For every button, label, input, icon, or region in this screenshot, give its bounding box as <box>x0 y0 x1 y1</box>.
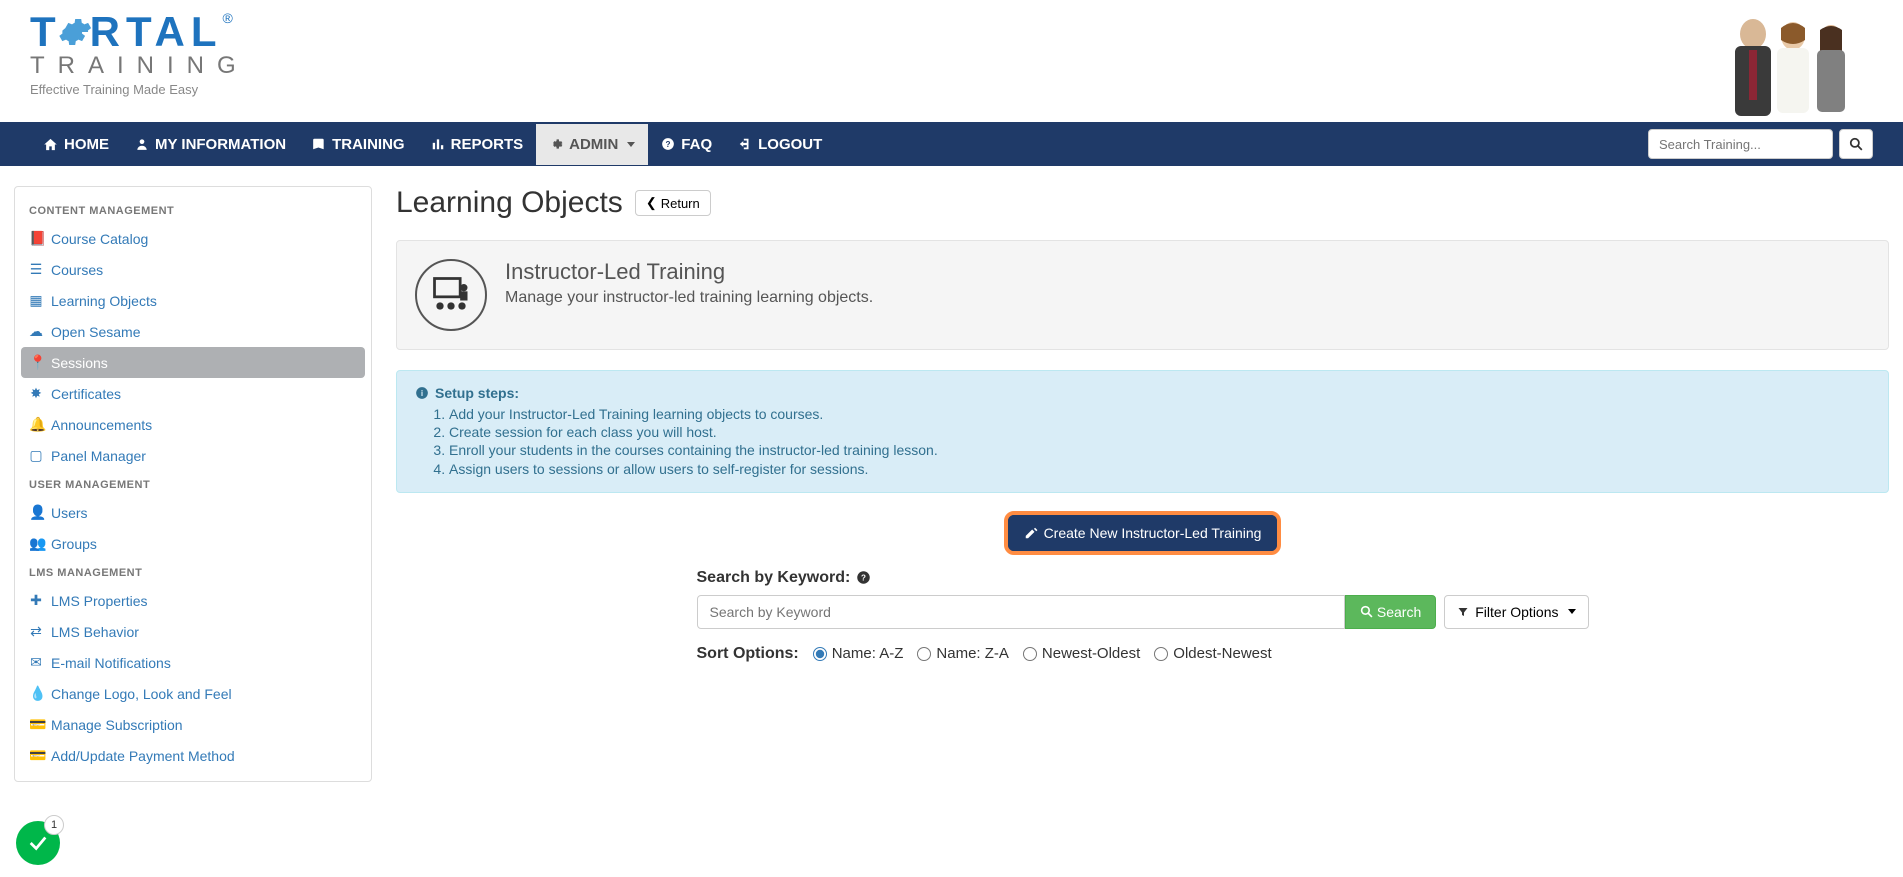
search-panel: Search by Keyword:? Search Filter Option… <box>683 569 1603 663</box>
nav-faq[interactable]: ?FAQ <box>648 124 725 165</box>
gear-icon <box>56 14 92 50</box>
nav-logout[interactable]: LOGOUT <box>725 124 835 165</box>
header-people-image <box>1703 8 1883 123</box>
sort-label: Sort Options: <box>697 645 799 663</box>
nav-my-information[interactable]: MY INFORMATION <box>122 124 299 165</box>
card-icon: 💳 <box>29 747 43 764</box>
status-count: 1 <box>44 815 64 835</box>
sidebar-item-lms-properties[interactable]: ✚LMS Properties <box>15 585 371 616</box>
setup-steps-panel: i Setup steps: Add your Instructor-Led Tr… <box>396 370 1889 493</box>
svg-text:?: ? <box>666 140 671 149</box>
sidebar-heading-lms: LMS MANAGEMENT <box>15 559 371 585</box>
nav-reports[interactable]: REPORTS <box>418 124 537 165</box>
nav-training[interactable]: TRAINING <box>299 124 418 165</box>
search-icon <box>1849 137 1863 151</box>
keyword-input[interactable] <box>697 595 1345 629</box>
header: T RTAL ® TRAINING Effective Training Mad… <box>0 0 1903 122</box>
return-button[interactable]: ❮Return <box>635 190 711 216</box>
edit-icon <box>1024 526 1038 540</box>
sidebar-item-groups[interactable]: 👥Groups <box>15 528 371 559</box>
sort-name-za[interactable]: Name: Z-A <box>917 645 1009 662</box>
sidebar-item-lms-behavior[interactable]: ⇄LMS Behavior <box>15 616 371 647</box>
info-description: Manage your instructor-led training lear… <box>505 289 873 307</box>
home-icon <box>43 137 58 152</box>
book-icon <box>312 137 326 151</box>
sidebar-item-learning-objects[interactable]: ▦Learning Objects <box>15 285 371 316</box>
card-icon: 💳 <box>29 716 43 733</box>
search-input[interactable] <box>1648 129 1833 159</box>
user-icon: 👤 <box>29 504 43 521</box>
sidebar-item-change-logo[interactable]: 💧Change Logo, Look and Feel <box>15 678 371 709</box>
sidebar-item-email-notifications[interactable]: ✉E-mail Notifications <box>15 647 371 678</box>
create-instructor-led-training-button[interactable]: Create New Instructor-Led Training <box>1004 511 1282 555</box>
grid-icon: ▦ <box>29 292 43 309</box>
sort-name-az[interactable]: Name: A-Z <box>813 645 904 662</box>
sidebar-item-announcements[interactable]: 🔔Announcements <box>15 409 371 440</box>
drop-icon: 💧 <box>29 685 43 702</box>
page-title: Learning Objects <box>396 186 623 220</box>
mail-icon: ✉ <box>29 654 43 671</box>
svg-text:?: ? <box>861 574 866 583</box>
logo-subtitle: TRAINING <box>30 52 249 80</box>
gear-icon <box>549 137 563 151</box>
info-icon: i <box>415 386 429 400</box>
info-title: Instructor-Led Training <box>505 259 873 285</box>
sidebar-item-certificates[interactable]: ✸Certificates <box>15 378 371 409</box>
registered-mark: ® <box>223 10 233 26</box>
filter-icon <box>1457 606 1469 618</box>
sidebar-item-courses[interactable]: ☰Courses <box>15 254 371 285</box>
sidebar-item-payment-method[interactable]: 💳Add/Update Payment Method <box>15 740 371 771</box>
svg-text:i: i <box>421 389 423 398</box>
logout-icon <box>738 137 752 151</box>
plus-icon: ✚ <box>29 592 43 609</box>
sidebar: CONTENT MANAGEMENT 📕Course Catalog ☰Cour… <box>14 186 372 782</box>
swap-icon: ⇄ <box>29 623 43 640</box>
check-icon <box>27 832 49 854</box>
setup-step: Create session for each class you will h… <box>449 423 1870 441</box>
chevron-down-icon <box>627 142 635 147</box>
chevron-down-icon <box>1568 609 1576 614</box>
sidebar-item-open-sesame[interactable]: ☁Open Sesame <box>15 316 371 347</box>
logo: T RTAL ® TRAINING Effective Training Mad… <box>30 8 249 97</box>
setup-title: Setup steps: <box>435 385 519 401</box>
help-icon[interactable]: ? <box>856 570 871 585</box>
star-icon: ✸ <box>29 385 43 402</box>
info-panel: Instructor-Led Training Manage your inst… <box>396 240 1889 350</box>
setup-step: Enroll your students in the courses cont… <box>449 441 1870 459</box>
sidebar-heading-content: CONTENT MANAGEMENT <box>15 197 371 223</box>
chart-icon <box>431 137 445 151</box>
bell-icon: 🔔 <box>29 416 43 433</box>
sidebar-heading-user: USER MANAGEMENT <box>15 471 371 497</box>
search-button[interactable]: Search <box>1345 595 1436 629</box>
list-icon: ☰ <box>29 261 43 278</box>
main-content: Learning Objects ❮Return Instructor-Led … <box>396 186 1889 782</box>
logo-tagline: Effective Training Made Easy <box>30 82 249 97</box>
filter-options-button[interactable]: Filter Options <box>1444 595 1588 629</box>
navbar: HOME MY INFORMATION TRAINING REPORTS ADM… <box>0 122 1903 166</box>
users-icon: 👥 <box>29 535 43 552</box>
search-icon <box>1360 605 1373 618</box>
pin-icon: 📍 <box>29 354 43 371</box>
cloud-icon: ☁ <box>29 323 43 340</box>
search-label: Search by Keyword: <box>697 569 851 587</box>
search-button[interactable] <box>1839 129 1873 159</box>
panel-icon: ▢ <box>29 447 43 464</box>
chevron-left-icon: ❮ <box>646 195 657 211</box>
sidebar-item-sessions[interactable]: 📍Sessions <box>21 347 365 378</box>
setup-step: Add your Instructor-Led Training learnin… <box>449 405 1870 423</box>
setup-step: Assign users to sessions or allow users … <box>449 460 1870 478</box>
status-badge[interactable]: 1 <box>16 821 60 865</box>
nav-admin[interactable]: ADMIN <box>536 124 648 165</box>
sort-oldest-newest[interactable]: Oldest-Newest <box>1154 645 1271 662</box>
question-icon: ? <box>661 137 675 151</box>
instructor-icon <box>415 259 487 331</box>
sort-newest-oldest[interactable]: Newest-Oldest <box>1023 645 1140 662</box>
book-icon: 📕 <box>29 230 43 247</box>
user-icon <box>135 137 149 151</box>
sidebar-item-users[interactable]: 👤Users <box>15 497 371 528</box>
sidebar-item-manage-subscription[interactable]: 💳Manage Subscription <box>15 709 371 740</box>
nav-home[interactable]: HOME <box>30 124 122 165</box>
sidebar-item-panel-manager[interactable]: ▢Panel Manager <box>15 440 371 471</box>
sidebar-item-course-catalog[interactable]: 📕Course Catalog <box>15 223 371 254</box>
